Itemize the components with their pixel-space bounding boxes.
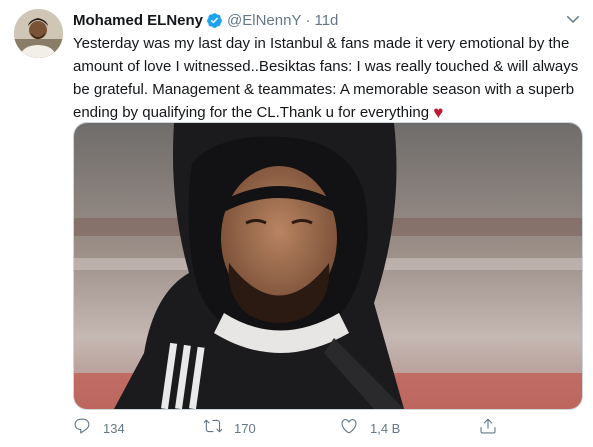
separator-dot: · <box>305 11 311 29</box>
chevron-down-icon[interactable] <box>564 10 582 28</box>
retweet-button[interactable]: 170 <box>203 416 256 440</box>
reply-count: 134 <box>103 420 125 436</box>
tweet-text-body: Yesterday was my last day in Istanbul & … <box>73 35 579 121</box>
verified-badge-icon <box>206 12 223 29</box>
like-button[interactable]: 1,4 B <box>340 416 400 440</box>
retweet-count: 170 <box>234 420 256 436</box>
tweet-photo[interactable] <box>73 122 583 410</box>
author-handle[interactable]: @ElNennY <box>227 12 301 29</box>
tweet-header: Mohamed ELNeny @ElNennY · 11d <box>73 10 338 30</box>
reply-icon <box>73 417 91 440</box>
share-icon <box>479 417 497 440</box>
tweet-timestamp[interactable]: 11d <box>314 12 338 29</box>
avatar[interactable] <box>14 9 63 58</box>
like-count: 1,4 B <box>370 420 401 436</box>
author-name[interactable]: Mohamed ELNeny <box>73 12 203 29</box>
reply-button[interactable]: 134 <box>73 416 125 440</box>
tweet-actions: 134 170 1,4 B <box>73 416 581 440</box>
tweet-text: Yesterday was my last day in Istanbul & … <box>73 32 588 124</box>
tweet[interactable]: Mohamed ELNeny @ElNennY · 11d Yesterday … <box>0 0 593 447</box>
share-button[interactable] <box>479 416 497 440</box>
heart-icon <box>340 417 358 440</box>
red-heart-emoji: ♥ <box>433 103 444 122</box>
retweet-icon <box>203 417 223 440</box>
